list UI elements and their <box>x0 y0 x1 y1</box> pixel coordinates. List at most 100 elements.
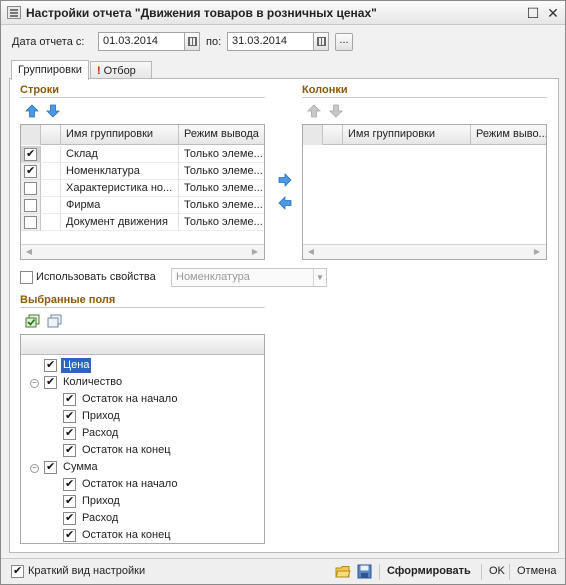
window-menu-icon[interactable] <box>7 6 21 19</box>
tree-node[interactable]: Остаток на начало <box>63 476 253 493</box>
title-bar: Настройки отчета "Движения товаров в роз… <box>1 1 565 25</box>
tree-header <box>21 335 264 355</box>
warning-icon: ! <box>97 65 101 77</box>
row-mode[interactable]: Только элеме... <box>179 180 264 197</box>
tree-node-checkbox[interactable] <box>63 443 76 458</box>
tree-node[interactable]: Количество <box>44 374 254 391</box>
column-header-mode[interactable]: Режим выво... <box>471 125 546 145</box>
collapse-icon[interactable]: − <box>30 464 39 473</box>
column-header-mode[interactable]: Режим вывода <box>179 125 264 145</box>
tree-node-checkbox[interactable] <box>44 358 57 373</box>
calendar-icon[interactable] <box>184 32 200 51</box>
tree-node[interactable]: Сумма <box>44 459 254 476</box>
row-check-cell <box>41 197 61 214</box>
tab-filter[interactable]: ! Отбор <box>90 61 152 79</box>
tree-node-checkbox[interactable] <box>44 460 57 475</box>
tree-node-checkbox[interactable] <box>63 409 76 424</box>
short-view-checkbox[interactable] <box>11 564 24 578</box>
tab-filter-label: Отбор <box>103 65 136 77</box>
column-header-name[interactable]: Имя группировки <box>61 125 179 145</box>
use-properties-checkbox[interactable] <box>20 271 33 284</box>
columns-section-title: Колонки <box>302 84 348 96</box>
tree-node-checkbox[interactable] <box>63 511 76 526</box>
uncheck-all-icon[interactable] <box>47 314 63 328</box>
scroll-right-icon[interactable]: ▶ <box>531 246 543 258</box>
horizontal-scrollbar[interactable]: ◀ ▶ <box>303 244 546 259</box>
tree-node-label: Расход <box>82 512 119 524</box>
table-row[interactable]: Склад Только элеме... <box>21 146 264 163</box>
collapse-icon[interactable]: − <box>30 379 39 388</box>
tree-node[interactable]: Остаток на конец <box>63 442 253 459</box>
date-to-field[interactable]: 31.03.2014 <box>227 32 315 51</box>
row-name: Фирма <box>61 197 179 214</box>
column-header-name[interactable]: Имя группировки <box>343 125 471 145</box>
tab-groupings-label: Группировки <box>18 64 82 76</box>
selected-fields-tree[interactable]: Цена − Количество Остаток на начало Прих… <box>20 334 265 544</box>
maximize-button[interactable]: ☐ <box>525 5 541 21</box>
tree-node[interactable]: Цена <box>44 357 254 374</box>
row-mode[interactable]: Только элеме... <box>179 163 264 180</box>
tree-node-checkbox[interactable] <box>63 528 76 543</box>
tree-node-label: Количество <box>63 376 123 388</box>
cancel-button[interactable]: Отмена <box>517 564 556 581</box>
horizontal-scrollbar[interactable]: ◀ ▶ <box>21 244 264 259</box>
row-mode[interactable]: Только элеме... <box>179 146 264 163</box>
tree-node[interactable]: Остаток на начало <box>63 391 253 408</box>
short-view-label: Краткий вид настройки <box>28 565 146 577</box>
row-name: Номенклатура <box>61 163 179 180</box>
separator <box>481 564 482 580</box>
arrow-up-icon[interactable] <box>25 104 39 118</box>
tree-node[interactable]: Расход <box>63 510 253 527</box>
check-all-icon[interactable] <box>25 314 41 328</box>
row-name: Характеристика но... <box>61 180 179 197</box>
arrow-down-icon[interactable] <box>46 104 60 118</box>
row-checkbox[interactable] <box>24 182 37 195</box>
scroll-left-icon[interactable]: ◀ <box>23 246 35 258</box>
rows-table-header: Имя группировки Режим вывода <box>21 125 264 145</box>
generate-button[interactable]: Сформировать <box>387 564 471 581</box>
mark-column-header <box>303 125 323 145</box>
tree-node-label: Приход <box>82 495 120 507</box>
tree-node-label: Приход <box>82 410 120 422</box>
ok-button[interactable]: OK <box>489 564 505 581</box>
table-row[interactable]: Документ движения Только элеме... <box>21 214 264 231</box>
date-from-field[interactable]: 01.03.2014 <box>98 32 186 51</box>
tree-node[interactable]: Расход <box>63 425 253 442</box>
rows-table[interactable]: Имя группировки Режим вывода Склад Тольк… <box>20 124 265 260</box>
columns-table-header: Имя группировки Режим выво... <box>303 125 546 145</box>
tree-node[interactable]: Приход <box>63 493 253 510</box>
tree-node-label: Остаток на конец <box>82 444 171 456</box>
scroll-right-icon[interactable]: ▶ <box>249 246 261 258</box>
arrow-right-icon[interactable] <box>278 173 292 187</box>
tree-node-checkbox[interactable] <box>63 477 76 492</box>
separator <box>379 564 380 580</box>
tree-node-label: Цена <box>61 358 92 373</box>
settings-dialog: Настройки отчета "Движения товаров в роз… <box>0 0 566 585</box>
row-checkbox[interactable] <box>24 216 37 229</box>
save-icon[interactable] <box>357 564 372 579</box>
tab-groupings[interactable]: Группировки <box>11 60 89 80</box>
tree-node-checkbox[interactable] <box>63 392 76 407</box>
folder-open-icon[interactable] <box>335 564 351 579</box>
separator <box>509 564 510 580</box>
period-select-button[interactable]: ... <box>335 33 353 51</box>
row-mode[interactable]: Только элеме... <box>179 197 264 214</box>
row-checkbox[interactable] <box>24 199 37 212</box>
scroll-left-icon[interactable]: ◀ <box>305 246 317 258</box>
table-row[interactable]: Номенклатура Только элеме... <box>21 163 264 180</box>
tree-node-checkbox[interactable] <box>44 375 57 390</box>
tree-node[interactable]: Остаток на конец <box>63 527 253 544</box>
tree-node-label: Остаток на начало <box>82 393 178 405</box>
row-checkbox[interactable] <box>24 164 37 178</box>
arrow-left-icon[interactable] <box>278 196 292 210</box>
tree-node-checkbox[interactable] <box>63 426 76 441</box>
table-row[interactable]: Характеристика но... Только элеме... <box>21 180 264 197</box>
row-checkbox[interactable] <box>24 147 37 161</box>
table-row[interactable]: Фирма Только элеме... <box>21 197 264 214</box>
tree-node-checkbox[interactable] <box>63 494 76 509</box>
calendar-icon[interactable] <box>313 32 329 51</box>
columns-table[interactable]: Имя группировки Режим выво... ◀ ▶ <box>302 124 547 260</box>
tree-node[interactable]: Приход <box>63 408 253 425</box>
row-mode[interactable]: Только элеме... <box>179 214 264 231</box>
close-button[interactable]: ✕ <box>545 5 561 21</box>
